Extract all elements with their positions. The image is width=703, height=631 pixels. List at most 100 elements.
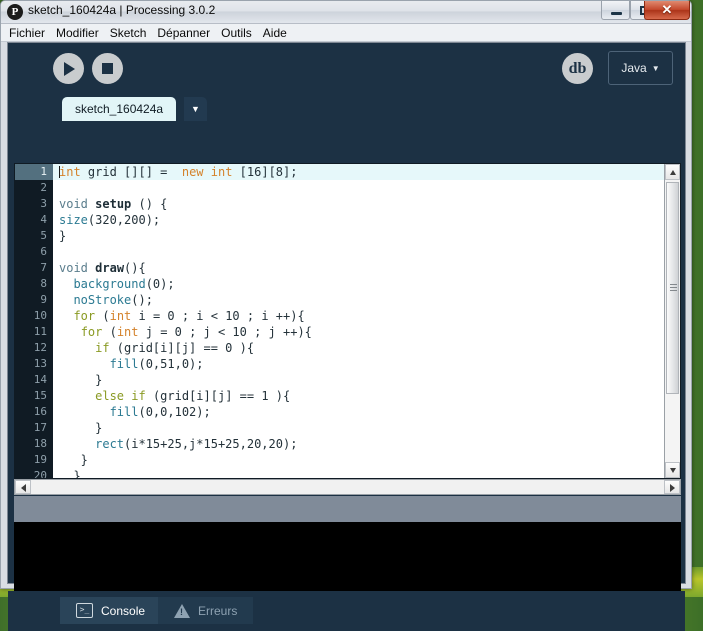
minimize-button[interactable]	[601, 1, 630, 20]
code-text[interactable]: }	[53, 228, 664, 244]
code-text[interactable]: background(0);	[53, 276, 664, 292]
menu-depanner[interactable]: Dépanner	[157, 26, 210, 40]
code-line[interactable]: 8 background(0);	[15, 276, 664, 292]
code-token: j = 0 ; j < 10 ; j ++){	[139, 325, 312, 339]
code-token: (	[95, 309, 109, 323]
code-text[interactable]: int grid [][] = new int [16][8];	[53, 164, 664, 180]
mode-label: Java	[621, 61, 646, 75]
caret-right-icon	[670, 484, 675, 492]
tab-console[interactable]: >_ Console	[60, 597, 161, 624]
debug-icon: db	[562, 53, 593, 84]
code-line[interactable]: 6	[15, 244, 664, 260]
code-text[interactable]: }	[53, 452, 664, 468]
close-button[interactable]: ✕	[644, 1, 690, 20]
line-number: 2	[15, 180, 53, 196]
line-number: 20	[15, 468, 53, 478]
mode-selector[interactable]: Java ▼	[608, 51, 673, 85]
code-text[interactable]: }	[53, 468, 664, 478]
code-line[interactable]: 3void setup () {	[15, 196, 664, 212]
code-token: void	[59, 197, 88, 211]
minimize-icon	[611, 12, 622, 15]
code-text[interactable]: size(320,200);	[53, 212, 664, 228]
code-token: noStroke	[73, 293, 131, 307]
code-text[interactable]	[53, 180, 664, 196]
code-text[interactable]	[53, 244, 664, 260]
caret-left-icon	[21, 484, 26, 492]
code-line[interactable]: 14 }	[15, 372, 664, 388]
scroll-down-button[interactable]	[665, 462, 680, 478]
code-token	[59, 309, 73, 323]
code-token: else	[95, 389, 124, 403]
debug-button[interactable]: db	[562, 53, 593, 84]
line-number: 4	[15, 212, 53, 228]
code-text[interactable]: }	[53, 420, 664, 436]
run-button[interactable]	[53, 53, 84, 84]
code-line[interactable]: 1int grid [][] = new int [16][8];	[15, 164, 664, 180]
code-text[interactable]: void setup () {	[53, 196, 664, 212]
console-output-area[interactable]	[14, 522, 681, 591]
code-line[interactable]: 19 }	[15, 452, 664, 468]
code-token: i = 0 ; i < 10 ; i ++){	[131, 309, 304, 323]
code-line[interactable]: 5}	[15, 228, 664, 244]
code-token: if	[95, 341, 109, 355]
scroll-up-button[interactable]	[665, 164, 680, 180]
code-token: [16][8];	[232, 165, 297, 179]
menu-outils[interactable]: Outils	[221, 26, 252, 40]
menu-fichier[interactable]: Fichier	[9, 26, 45, 40]
code-line[interactable]: 12 if (grid[i][j] == 0 ){	[15, 340, 664, 356]
menu-sketch[interactable]: Sketch	[110, 26, 147, 40]
code-token: int	[59, 165, 81, 179]
line-number: 9	[15, 292, 53, 308]
code-token: fill	[110, 405, 139, 419]
code-token: (grid[i][j] == 1 ){	[146, 389, 291, 403]
code-line[interactable]: 4size(320,200);	[15, 212, 664, 228]
tab-erreurs[interactable]: Erreurs	[158, 597, 253, 624]
bottom-tabbar: >_ Console Erreurs	[8, 591, 685, 631]
code-token	[59, 357, 110, 371]
code-token: (0,51,0);	[138, 357, 203, 371]
scroll-right-button[interactable]	[664, 480, 680, 494]
code-lines-container[interactable]: 1int grid [][] = new int [16][8];23void …	[15, 164, 664, 478]
code-text[interactable]: rect(i*15+25,j*15+25,20,20);	[53, 436, 664, 452]
vertical-scrollbar-thumb[interactable]	[666, 182, 679, 394]
code-text[interactable]: for (int i = 0 ; i < 10 ; i ++){	[53, 308, 664, 324]
code-line[interactable]: 2	[15, 180, 664, 196]
code-text[interactable]: noStroke();	[53, 292, 664, 308]
editor-vertical-scrollbar[interactable]	[664, 164, 680, 478]
tab-menu-button[interactable]: ▼	[184, 97, 207, 121]
stop-button[interactable]	[92, 53, 123, 84]
code-text[interactable]: }	[53, 372, 664, 388]
editor-horizontal-scrollbar[interactable]	[14, 479, 681, 495]
line-number: 1	[15, 164, 53, 180]
code-line[interactable]: 17 }	[15, 420, 664, 436]
code-text[interactable]: for (int j = 0 ; j < 10 ; j ++){	[53, 324, 664, 340]
code-line[interactable]: 13 fill(0,51,0);	[15, 356, 664, 372]
code-token: (	[102, 325, 116, 339]
code-line[interactable]: 9 noStroke();	[15, 292, 664, 308]
code-line[interactable]: 11 for (int j = 0 ; j < 10 ; j ++){	[15, 324, 664, 340]
code-token: (grid[i][j] == 0 ){	[110, 341, 255, 355]
sketch-tab[interactable]: sketch_160424a	[62, 97, 176, 121]
menu-modifier[interactable]: Modifier	[56, 26, 99, 40]
menu-aide[interactable]: Aide	[263, 26, 287, 40]
scroll-left-button[interactable]	[15, 480, 31, 494]
code-text[interactable]: fill(0,51,0);	[53, 356, 664, 372]
code-token: }	[59, 229, 66, 243]
tab-console-label: Console	[101, 604, 145, 618]
code-token: rect	[95, 437, 124, 451]
code-text[interactable]: fill(0,0,102);	[53, 404, 664, 420]
code-line[interactable]: 15 else if (grid[i][j] == 1 ){	[15, 388, 664, 404]
code-text[interactable]: void draw(){	[53, 260, 664, 276]
code-token	[59, 277, 73, 291]
code-text[interactable]: else if (grid[i][j] == 1 ){	[53, 388, 664, 404]
code-line[interactable]: 7void draw(){	[15, 260, 664, 276]
line-number: 11	[15, 324, 53, 340]
code-editor[interactable]: 1int grid [][] = new int [16][8];23void …	[14, 163, 681, 479]
code-line[interactable]: 18 rect(i*15+25,j*15+25,20,20);	[15, 436, 664, 452]
code-line[interactable]: 10 for (int i = 0 ; i < 10 ; i ++){	[15, 308, 664, 324]
line-number: 15	[15, 388, 53, 404]
code-text[interactable]: if (grid[i][j] == 0 ){	[53, 340, 664, 356]
code-line[interactable]: 16 fill(0,0,102);	[15, 404, 664, 420]
code-line[interactable]: 20 }	[15, 468, 664, 478]
line-number: 17	[15, 420, 53, 436]
